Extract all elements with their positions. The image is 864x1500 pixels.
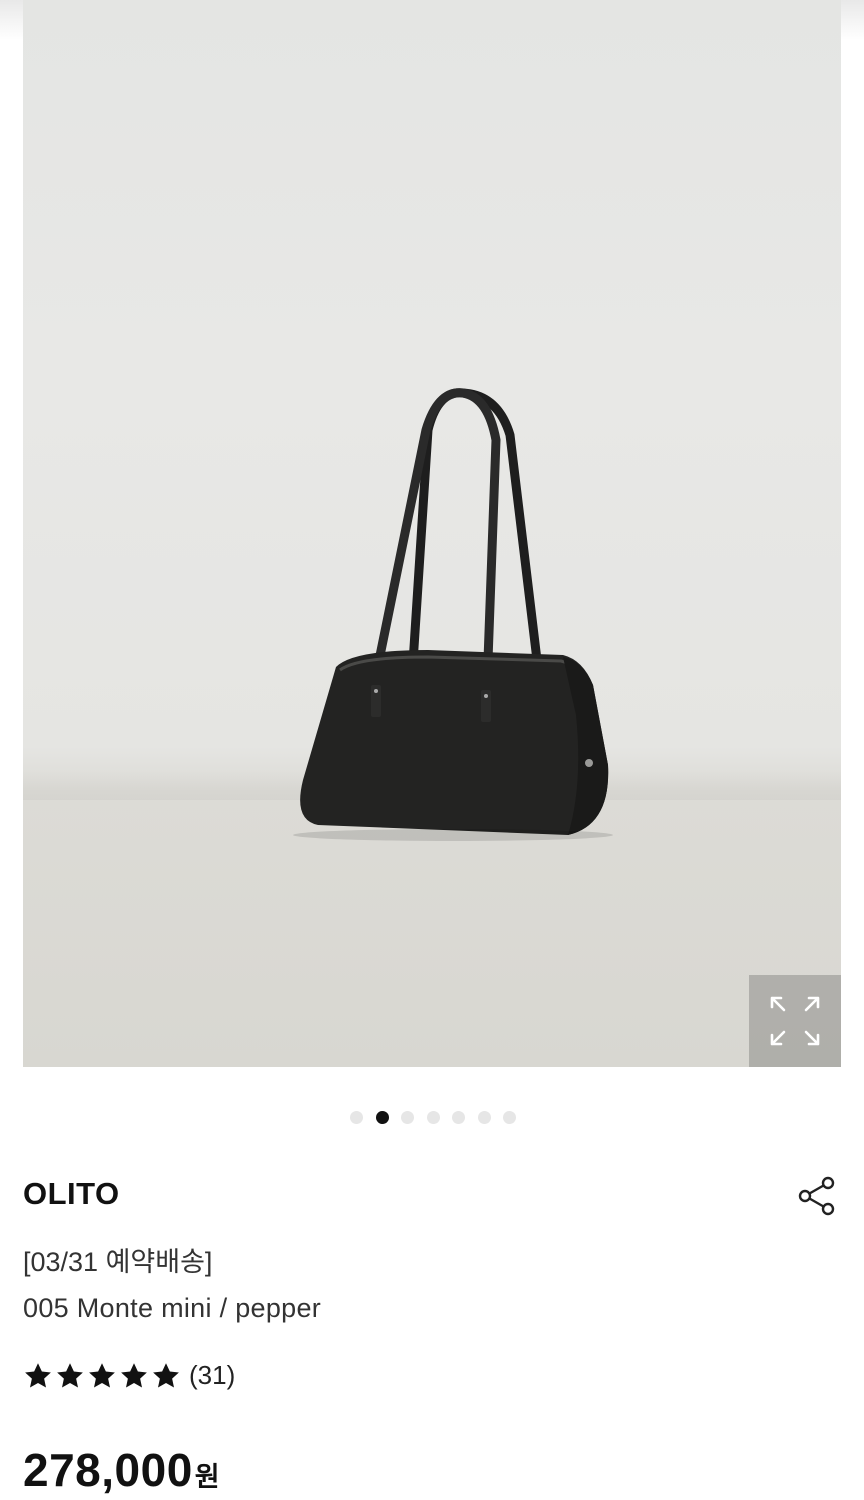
delivery-tag: [03/31 예약배송] bbox=[23, 1247, 213, 1277]
product-name: 005 Monte mini / pepper bbox=[23, 1293, 322, 1323]
review-count[interactable]: (31) bbox=[189, 1360, 235, 1391]
pagination-dot[interactable] bbox=[401, 1111, 414, 1124]
product-image-gallery[interactable] bbox=[23, 0, 841, 1067]
star-icon bbox=[89, 1362, 115, 1387]
star-icon bbox=[153, 1362, 179, 1387]
zoom-button[interactable] bbox=[749, 975, 841, 1067]
pagination-dot[interactable] bbox=[503, 1111, 516, 1124]
pagination-dot[interactable] bbox=[426, 1111, 440, 1124]
expand-arrows-icon bbox=[770, 996, 820, 1046]
gallery-pagination bbox=[350, 1111, 516, 1124]
star-icon bbox=[57, 1362, 83, 1387]
price: 278,000 원 bbox=[23, 1443, 220, 1497]
price-unit: 원 bbox=[194, 1462, 220, 1492]
pagination-dot-active[interactable] bbox=[375, 1111, 389, 1124]
pagination-dot[interactable] bbox=[452, 1111, 465, 1124]
star-icon bbox=[25, 1362, 51, 1387]
share-icon bbox=[798, 1176, 835, 1216]
product-image bbox=[293, 388, 613, 841]
price-amount: 278,000 bbox=[23, 1444, 193, 1496]
pagination-dot[interactable] bbox=[350, 1111, 363, 1124]
share-button[interactable] bbox=[796, 1175, 838, 1217]
star-rating bbox=[23, 1361, 181, 1391]
star-icon bbox=[121, 1362, 147, 1387]
pagination-dot[interactable] bbox=[477, 1111, 491, 1124]
brand-name[interactable]: OLITO bbox=[23, 1176, 120, 1212]
rating-summary[interactable]: (31) bbox=[23, 1360, 235, 1391]
